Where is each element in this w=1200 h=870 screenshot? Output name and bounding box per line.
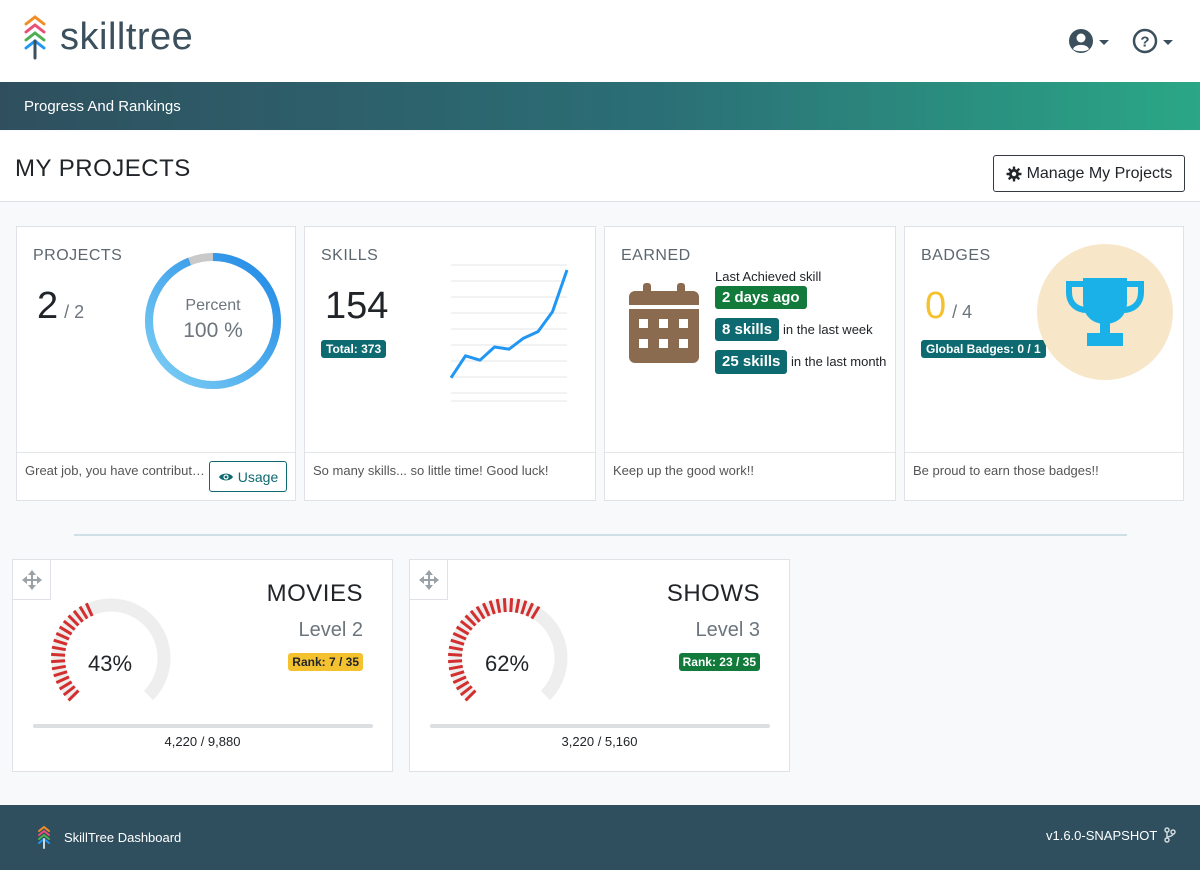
- skills-trend-line: [449, 269, 569, 379]
- project-level: Level 2: [298, 619, 364, 641]
- drag-handle[interactable]: [410, 560, 448, 600]
- movies-percent: 43%: [87, 651, 133, 676]
- help-circle-icon: ?: [1132, 28, 1158, 54]
- badges-card: BADGES 0 / 4 Global Badges: 0 / 1 Be pro…: [904, 226, 1184, 501]
- usage-button-label: Usage: [237, 468, 279, 485]
- calendar-icon: [629, 283, 699, 363]
- version-text: v1.6.0-SNAPSHOT: [1046, 827, 1158, 843]
- manage-projects-button[interactable]: Manage My Projects: [993, 155, 1185, 192]
- projects-card-footer: Great job, you have contribut… Usage: [17, 452, 295, 500]
- week-badge: 8 skills: [715, 318, 780, 341]
- skills-count: 154: [325, 285, 389, 327]
- last-achieved-badge: 2 days ago: [715, 286, 807, 309]
- logo-text: skilltree: [60, 15, 194, 58]
- svg-text:?: ?: [1140, 34, 1149, 51]
- month-stat: 25 skills in the last month: [715, 350, 887, 374]
- points-progress-bar: [33, 724, 373, 728]
- projects-count-value: 2: [37, 285, 59, 327]
- project-level: Level 3: [695, 619, 761, 641]
- shows-percent: 62%: [484, 651, 530, 676]
- projects-card: PROJECTS 2 / 2 Percent 100 % Great job, …: [16, 226, 296, 501]
- badges-card-title: BADGES: [921, 247, 991, 264]
- earned-card-footer: Keep up the good work!!: [605, 452, 895, 500]
- usage-button[interactable]: Usage: [209, 461, 287, 492]
- project-card-movies[interactable]: 43% MOVIES Level 2 Rank: 7 / 35 4,220 / …: [12, 559, 393, 772]
- gauge-tick: [509, 598, 514, 613]
- git-branch-icon[interactable]: [1164, 827, 1177, 843]
- points-progress-fill: [430, 724, 641, 728]
- tree-logo-icon: [24, 15, 46, 60]
- week-text: in the last week: [783, 322, 873, 337]
- trophy-circle: [1037, 244, 1173, 380]
- skills-footer-text: So many skills... so little time! Good l…: [313, 463, 549, 478]
- badges-count-value: 0: [925, 285, 947, 327]
- gauge-tick: [502, 598, 507, 613]
- footer-title: SkillTree Dashboard: [64, 830, 182, 845]
- badges-count-total: / 4: [952, 302, 973, 322]
- skilltree-logo[interactable]: skilltree: [22, 14, 193, 60]
- skills-card: SKILLS 154 Total: 373 So many skills... …: [304, 226, 596, 501]
- move-arrows-icon: [21, 569, 42, 590]
- gear-icon: [1006, 166, 1022, 181]
- eye-icon: [218, 473, 233, 480]
- earned-card-title: EARNED: [621, 247, 691, 264]
- skills-trend-chart: [449, 264, 569, 402]
- badges-card-footer: Be proud to earn those badges!!: [905, 452, 1183, 500]
- skills-total-badge: Total: 373: [321, 340, 387, 358]
- gauge-label: Percent: [185, 297, 241, 314]
- badges-count: 0 / 4: [925, 285, 972, 328]
- projects-count-total: / 2: [64, 302, 85, 322]
- project-name: MOVIES: [266, 580, 363, 607]
- projects-header: MY PROJECTS Manage My Projects: [0, 131, 1200, 202]
- project-name: SHOWS: [666, 580, 760, 607]
- footer-version: v1.6.0-SNAPSHOT: [1046, 827, 1177, 843]
- project-rank-badge: Rank: 7 / 35: [288, 653, 363, 671]
- month-badge: 25 skills: [715, 350, 788, 374]
- gauge-value: 100 %: [183, 319, 243, 342]
- skills-card-footer: So many skills... so little time! Good l…: [305, 452, 595, 500]
- projects-card-title: PROJECTS: [33, 247, 123, 264]
- move-arrows-icon: [418, 569, 439, 590]
- global-badges-badge: Global Badges: 0 / 1: [921, 340, 1046, 358]
- project-card-shows[interactable]: 62% SHOWS Level 3 Rank: 23 / 35 3,220 / …: [409, 559, 790, 772]
- page-footer: SkillTree Dashboard v1.6.0-SNAPSHOT: [0, 805, 1200, 870]
- projects-footer-text: Great job, you have contribut…: [25, 463, 205, 478]
- chevron-down-icon: [1099, 40, 1109, 45]
- week-stat: 8 skills in the last week: [715, 318, 873, 341]
- drag-handle[interactable]: [13, 560, 51, 600]
- chevron-down-icon: [1163, 40, 1173, 45]
- project-points: 4,220 / 9,880: [164, 734, 241, 749]
- points-progress-bar: [430, 724, 770, 728]
- top-bar: skilltree ?: [0, 0, 1200, 82]
- help-menu[interactable]: ?: [1132, 28, 1173, 54]
- earned-footer-text: Keep up the good work!!: [613, 463, 754, 478]
- user-circle-icon: [1069, 29, 1093, 53]
- skills-card-title: SKILLS: [321, 247, 379, 264]
- earned-card: EARNED Last Achieved skill 2 days ago 8 …: [604, 226, 896, 501]
- last-achieved-label: Last Achieved skill: [715, 269, 822, 284]
- projects-count: 2 / 2: [37, 285, 84, 328]
- breadcrumb[interactable]: Progress And Rankings: [24, 98, 181, 115]
- badges-footer-text: Be proud to earn those badges!!: [913, 463, 1099, 478]
- nav-band: Progress And Rankings: [0, 82, 1200, 130]
- month-text: in the last month: [791, 354, 887, 369]
- project-rank-badge: Rank: 23 / 35: [678, 653, 760, 671]
- trophy-icon: [1066, 278, 1144, 346]
- user-menu[interactable]: [1068, 28, 1109, 54]
- manage-projects-label: Manage My Projects: [1026, 164, 1173, 182]
- page-title: MY PROJECTS: [15, 155, 191, 182]
- points-progress-fill: [33, 724, 180, 728]
- project-points: 3,220 / 5,160: [561, 734, 638, 749]
- section-divider: [74, 534, 1127, 536]
- tree-logo-small-icon: [38, 825, 50, 849]
